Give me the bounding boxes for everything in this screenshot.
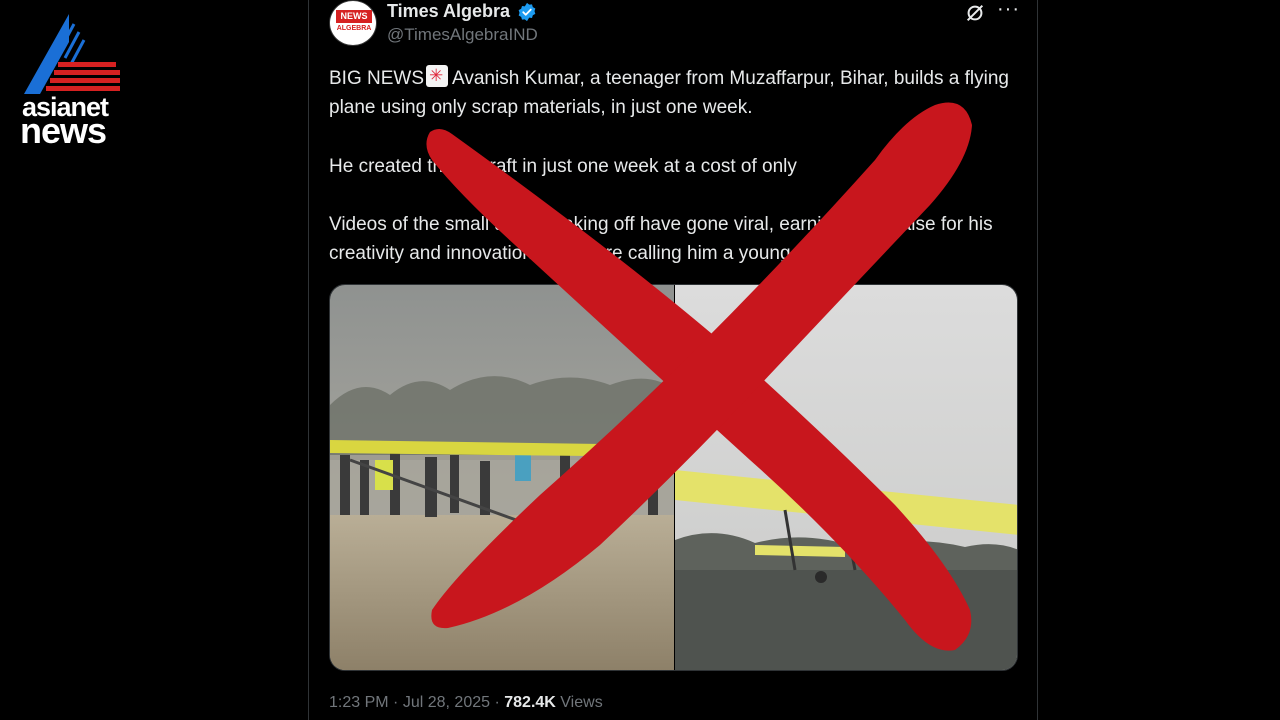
asianet-logo-mark [24, 14, 120, 94]
more-icon[interactable]: ··· [997, 0, 1021, 22]
footer-separator: · [393, 694, 403, 711]
tweet-footer: 1:23 PM · Jul 28, 2025 · 782.4K Views [329, 694, 603, 712]
media-photo-left[interactable] [330, 285, 674, 671]
media-photo-right[interactable] [675, 285, 1018, 671]
user-handle[interactable]: @TimesAlgebraIND [387, 25, 538, 45]
display-name[interactable]: Times Algebra [387, 1, 510, 22]
tweet-media[interactable] [329, 284, 1018, 671]
logo-text-news: news [20, 110, 107, 151]
fire-emoji: 🔥 [857, 243, 881, 264]
views-count: 782.4K [504, 694, 556, 711]
avatar-text-top: NEWS [336, 10, 372, 23]
police-light-emoji [426, 65, 449, 87]
avatar-text-bottom: ALGEBRA [336, 25, 372, 32]
tweet-time[interactable]: 1:23 PM [329, 694, 389, 711]
footer-separator: · [494, 694, 505, 711]
grok-icon[interactable] [964, 2, 986, 24]
views-label: Views [560, 694, 603, 711]
tweet-text-big-news: BIG NEWS [329, 68, 425, 89]
asianet-news-logo: asianet news [18, 14, 130, 151]
tweet-paragraph-1: BIG NEWSAvanish Kumar, a teenager from M… [329, 64, 1019, 122]
avatar[interactable]: NEWS ALGEBRA [329, 0, 377, 46]
tweet-card: NEWS ALGEBRA Times Algebra @TimesAlgebra… [308, 0, 1038, 720]
tweet-paragraph-2: He created the aircraft in just one week… [329, 156, 797, 177]
verified-badge-icon [518, 2, 536, 22]
tweet-text-p3: Videos of the small aircraft taking off … [329, 214, 993, 264]
tweet-date[interactable]: Jul 28, 2025 [403, 694, 490, 711]
tweet-paragraph-3: Videos of the small aircraft taking off … [329, 210, 1019, 268]
